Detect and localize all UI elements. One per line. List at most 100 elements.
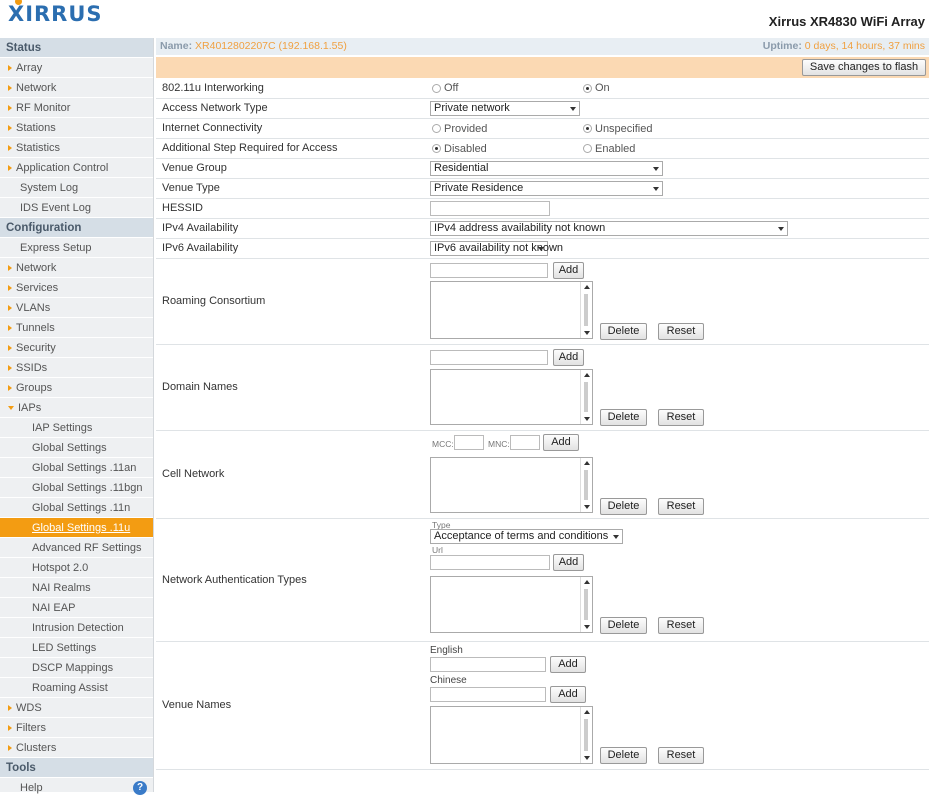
auth-types-list[interactable] [430, 575, 593, 633]
sidebar-item-global-settings[interactable]: Global Settings [0, 438, 153, 458]
roaming-delete-button[interactable]: Delete [600, 322, 647, 340]
sidebar-item-array[interactable]: Array [0, 58, 153, 78]
sidebar-item-clusters[interactable]: Clusters [0, 738, 153, 758]
sidebar-item-vlans[interactable]: VLANs [0, 298, 153, 318]
sidebar-item-global-settings-11n[interactable]: Global Settings .11n [0, 498, 153, 518]
roaming-consortium-list[interactable] [430, 280, 593, 339]
sidebar-item-groups[interactable]: Groups [0, 378, 153, 398]
save-changes-button[interactable]: Save changes to flash [802, 59, 926, 76]
mnc-input[interactable] [510, 434, 540, 450]
venue-reset-button[interactable]: Reset [658, 746, 704, 764]
venue-type-label: Venue Type [156, 178, 426, 199]
sidebar-item-application-control[interactable]: Application Control [0, 158, 153, 178]
sidebar-item-stations[interactable]: Stations [0, 118, 153, 138]
additional-step-enabled-radio[interactable]: Enabled [583, 143, 635, 155]
sidebar-item-ssids[interactable]: SSIDs [0, 358, 153, 378]
sidebar-item-filters[interactable]: Filters [0, 718, 153, 738]
expand-arrow-icon [8, 165, 12, 172]
roaming-add-button[interactable]: Add [553, 261, 584, 279]
scrollbar[interactable] [580, 457, 592, 512]
expand-arrow-icon [8, 65, 12, 72]
ipv6-select[interactable]: IPv6 availability not known [430, 240, 563, 256]
sidebar-item-statistics[interactable]: Statistics [0, 138, 153, 158]
interworking-off-radio[interactable]: Off [432, 82, 458, 94]
uptime-value: 0 days, 14 hours, 37 mins [804, 40, 925, 52]
cell-add-button[interactable]: Add [543, 433, 579, 451]
sidebar-item-nai-eap[interactable]: NAI EAP [0, 598, 153, 618]
cell-network-list[interactable] [430, 456, 593, 513]
auth-url-input[interactable] [430, 554, 550, 570]
cell-delete-button[interactable]: Delete [600, 497, 647, 515]
venue-group-select[interactable]: Residential [430, 160, 663, 176]
domain-name-input[interactable] [430, 349, 548, 365]
english-add-button[interactable]: Add [550, 655, 586, 673]
venue-names-list[interactable] [430, 705, 593, 764]
english-venue-input[interactable] [430, 656, 546, 672]
venue-delete-button[interactable]: Delete [600, 746, 647, 764]
domain-reset-button[interactable]: Reset [658, 408, 704, 426]
domain-names-list[interactable] [430, 368, 593, 425]
sidebar-item-roaming-assist[interactable]: Roaming Assist [0, 678, 153, 698]
auth-add-button[interactable]: Add [553, 553, 584, 571]
chinese-add-button[interactable]: Add [550, 685, 586, 703]
sidebar-item-ids-event-log[interactable]: IDS Event Log [0, 198, 153, 218]
auth-reset-button[interactable]: Reset [658, 616, 704, 634]
sidebar-item-tunnels[interactable]: Tunnels [0, 318, 153, 338]
sidebar-item-intrusion-detection[interactable]: Intrusion Detection [0, 618, 153, 638]
expand-arrow-icon [8, 385, 12, 392]
scrollbar[interactable] [580, 369, 592, 424]
sidebar-item-services[interactable]: Services [0, 278, 153, 298]
sidebar-item-iap-settings[interactable]: IAP Settings [0, 418, 153, 438]
sidebar-item-network[interactable]: Network [0, 78, 153, 98]
sidebar-item-express-setup[interactable]: Express Setup [0, 238, 153, 258]
auth-delete-button[interactable]: Delete [600, 616, 647, 634]
sidebar-item-led-settings[interactable]: LED Settings [0, 638, 153, 658]
settings-form: 802.11u Interworking Off On Access Netwo… [156, 78, 929, 770]
xirrus-logo: XIRRUS [8, 0, 103, 26]
cell-reset-button[interactable]: Reset [658, 497, 704, 515]
sidebar-item-security[interactable]: Security [0, 338, 153, 358]
ipv4-select[interactable]: IPv4 address availability not known [430, 220, 788, 236]
sidebar-item-dscp-mappings[interactable]: DSCP Mappings [0, 658, 153, 678]
sidebar-item-global-settings-11an[interactable]: Global Settings .11an [0, 458, 153, 478]
sidebar-item-cfg-network[interactable]: Network [0, 258, 153, 278]
sidebar-header-status[interactable]: Status [0, 38, 153, 58]
domain-add-button[interactable]: Add [553, 348, 584, 366]
mcc-input[interactable] [454, 434, 484, 450]
internet-unspecified-radio[interactable]: Unspecified [583, 123, 652, 135]
auth-type-select[interactable]: Acceptance of terms and conditions [430, 528, 623, 544]
sidebar-item-global-settings-11u[interactable]: Global Settings .11u [0, 518, 153, 538]
chevron-down-icon [778, 226, 784, 231]
roaming-reset-button[interactable]: Reset [658, 322, 704, 340]
sidebar-item-nai-realms[interactable]: NAI Realms [0, 578, 153, 598]
sidebar-header-tools[interactable]: Tools [0, 758, 153, 778]
sidebar-item-rf-monitor[interactable]: RF Monitor [0, 98, 153, 118]
expand-arrow-icon [8, 745, 12, 752]
sidebar-item-wds[interactable]: WDS [0, 698, 153, 718]
sidebar-item-help[interactable]: Help? [0, 778, 153, 798]
scrollbar[interactable] [580, 281, 592, 338]
access-network-label: Access Network Type [156, 98, 426, 119]
access-network-select[interactable]: Private network [430, 100, 580, 116]
interworking-on-radio[interactable]: On [583, 82, 610, 94]
chevron-down-icon [653, 186, 659, 191]
scrollbar[interactable] [580, 576, 592, 632]
sidebar-item-iaps[interactable]: IAPs [0, 398, 153, 418]
product-title: Xirrus XR4830 WiFi Array [768, 14, 925, 29]
venue-type-select[interactable]: Private Residence [430, 180, 663, 196]
chinese-venue-input[interactable] [430, 686, 546, 702]
domain-delete-button[interactable]: Delete [600, 408, 647, 426]
ipv4-label: IPv4 Availability [156, 218, 426, 239]
internet-provided-radio[interactable]: Provided [432, 123, 487, 135]
sidebar-item-hotspot[interactable]: Hotspot 2.0 [0, 558, 153, 578]
sidebar-item-advanced-rf[interactable]: Advanced RF Settings [0, 538, 153, 558]
sidebar-item-system-log[interactable]: System Log [0, 178, 153, 198]
scrollbar[interactable] [580, 706, 592, 763]
roaming-consortium-input[interactable] [430, 262, 548, 278]
sidebar-header-configuration[interactable]: Configuration [0, 218, 153, 238]
additional-step-disabled-radio[interactable]: Disabled [432, 143, 487, 155]
sidebar: Status Array Network RF Monitor Stations… [0, 38, 154, 798]
help-icon[interactable]: ? [133, 781, 147, 795]
sidebar-item-global-settings-11bgn[interactable]: Global Settings .11bgn [0, 478, 153, 498]
hessid-input[interactable] [430, 200, 550, 216]
